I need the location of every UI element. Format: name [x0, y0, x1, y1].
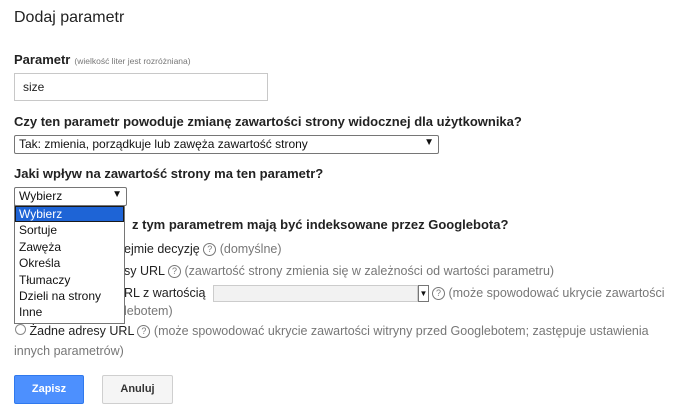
option-url-with-value[interactable]: RL z wartością — [124, 286, 206, 300]
dropdown-option[interactable]: Zawęża — [15, 239, 124, 255]
cancel-button[interactable]: Anuluj — [102, 375, 173, 404]
question-crawl: z tym parametrem mają być indeksowane pr… — [132, 217, 509, 232]
option-url-with-value-note-cont: lebotem) — [124, 304, 173, 318]
option-url-with-value-note: (może spowodować ukrycie zawartości — [448, 286, 665, 300]
chevron-down-icon: ▼ — [424, 137, 434, 148]
value-select[interactable] — [213, 285, 418, 302]
option-every-url-label: sy URL — [124, 264, 165, 278]
case-sensitive-hint: (wielkość liter jest rozróżniana) — [74, 56, 191, 66]
dialog-title: Dodaj parametr — [14, 9, 125, 26]
dropdown-option[interactable]: Wybierz — [15, 206, 124, 223]
dropdown-option[interactable]: Dzieli na strony — [15, 288, 124, 304]
effect-dropdown-list[interactable]: Wybierz Sortuje Zawęża Określa Tłumaczy … — [14, 205, 125, 324]
option-every-url[interactable]: sy URL ? (zawartość strony zmienia się w… — [124, 264, 554, 278]
save-button[interactable]: Zapisz — [14, 375, 84, 404]
help-icon[interactable]: ? — [432, 287, 445, 300]
option-no-urls[interactable]: Żadne adresy URL ? (może spowodować ukry… — [15, 324, 649, 338]
option-url-with-value-note-row: ? (może spowodować ukrycie zawartości — [432, 286, 665, 300]
radio-no-urls[interactable] — [15, 324, 26, 335]
question-effect: Jaki wpływ na zawartość strony ma ten pa… — [14, 166, 324, 181]
dropdown-option[interactable]: Sortuje — [15, 222, 124, 238]
dropdown-option[interactable]: Określa — [15, 255, 124, 271]
option-let-googlebot-label: ejmie decyzję — [124, 242, 200, 256]
option-url-with-value-label: RL z wartością — [124, 286, 206, 300]
option-every-url-note: (zawartość strony zmienia się w zależnoś… — [184, 264, 555, 278]
content-change-select[interactable]: Tak: zmienia, porządkuje lub zawęża zawa… — [14, 135, 439, 154]
option-let-googlebot-note: (domyślne) — [219, 242, 282, 256]
parameter-input[interactable]: size — [14, 73, 268, 101]
option-let-googlebot[interactable]: ejmie decyzję ? (domyślne) — [124, 242, 282, 256]
chevron-down-icon[interactable]: ▼ — [418, 285, 429, 302]
option-no-urls-label: Żadne adresy URL — [29, 324, 134, 338]
parameter-label: Parametr (wielkość liter jest rozróżniana… — [14, 52, 191, 67]
help-icon[interactable]: ? — [137, 325, 151, 338]
question-content-change: Czy ten parametr powoduje zmianę zawarto… — [14, 114, 522, 129]
dropdown-option[interactable]: Tłumaczy — [15, 272, 124, 288]
option-no-urls-note-cont: innych parametrów) — [14, 344, 124, 358]
parameter-label-text: Parametr — [14, 52, 71, 67]
option-no-urls-note: (może spowodować ukrycie zawartości witr… — [153, 324, 649, 338]
content-change-select-value: Tak: zmienia, porządkuje lub zawęża zawa… — [19, 137, 308, 151]
effect-select[interactable]: Wybierz ▼ — [14, 187, 127, 206]
help-icon[interactable]: ? — [168, 265, 181, 278]
dropdown-option[interactable]: Inne — [15, 304, 124, 320]
help-icon[interactable]: ? — [203, 243, 217, 256]
chevron-down-icon: ▼ — [112, 189, 122, 200]
effect-select-value: Wybierz — [19, 189, 63, 203]
